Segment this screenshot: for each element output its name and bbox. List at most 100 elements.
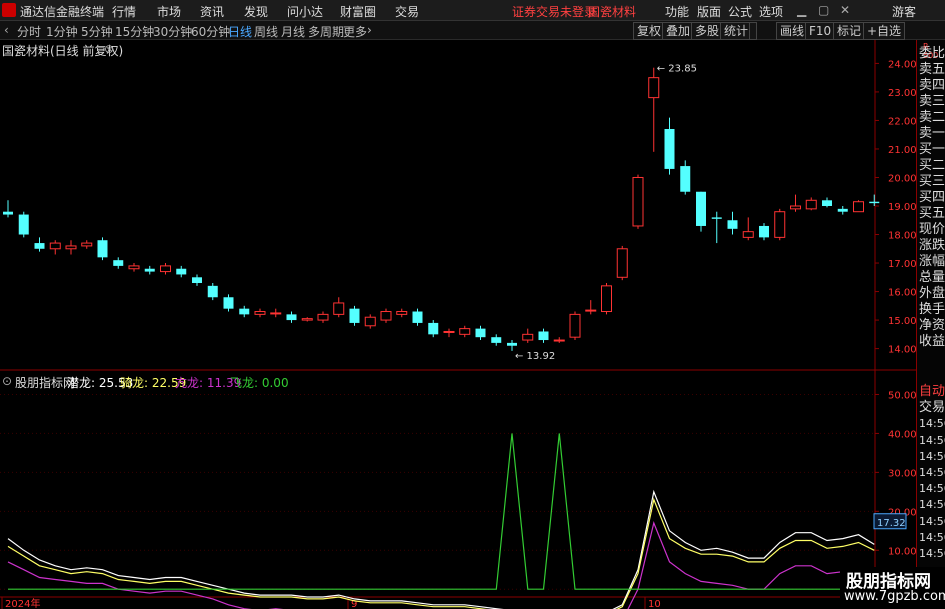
close-icon[interactable]: ✕ [840, 3, 850, 17]
candle-body [396, 311, 408, 315]
guest-label[interactable]: 游客 [892, 3, 916, 20]
quote-panel-item: 交易 [919, 400, 945, 416]
period-intraday[interactable]: 分时 [17, 23, 41, 40]
multi-stock-button[interactable]: 多股 [691, 22, 724, 40]
adjust-button[interactable]: 复权 [633, 22, 666, 40]
candle-body [286, 314, 297, 321]
minimize-icon[interactable]: ▁ [797, 3, 806, 17]
mark-button[interactable]: 标记 [833, 22, 866, 40]
candle-body [412, 311, 423, 323]
period-multi[interactable]: 多周期 [308, 23, 344, 40]
period-5min[interactable]: 5分钟 [81, 23, 113, 40]
menu-ask[interactable]: 问小达 [287, 3, 323, 20]
indicator-series [7, 433, 875, 609]
period-30min[interactable]: 30分钟 [153, 23, 192, 40]
menu-quotes[interactable]: 行情 [112, 3, 136, 20]
menu-wealth[interactable]: 财富圈 [340, 3, 376, 20]
candle-body [648, 77, 660, 99]
app-logo-icon [2, 3, 16, 17]
quote-panel-item: 总量 [919, 270, 945, 285]
period-daily[interactable]: 日线 [228, 23, 252, 40]
xaxis-label: 10 [648, 599, 661, 609]
candle-body [333, 302, 345, 315]
watermark: 股朋指标网 www.7gpzb.com [840, 567, 945, 609]
menu-trade[interactable]: 交易 [395, 3, 419, 20]
candlestick-series: ← 23.85 ← 13.92 [3, 64, 880, 362]
current-value-label: 17.32 [877, 518, 906, 529]
period-1min[interactable]: 1分钟 [46, 23, 78, 40]
indicator-toggle-icon[interactable]: ⊙ [2, 374, 12, 388]
maximize-icon[interactable]: ▢ [818, 3, 829, 17]
watermark-url: www.7gpzb.com [844, 589, 945, 604]
f10-button[interactable]: F10 [805, 22, 836, 40]
login-status[interactable]: 证券交易未登录 [512, 3, 596, 20]
candle-body [569, 313, 581, 338]
more-arrow-icon[interactable]: › [367, 23, 372, 37]
menu-layout[interactable]: 版面 [697, 3, 721, 20]
candle-body [790, 205, 801, 210]
quote-panel-item: 外盘 [919, 286, 945, 301]
scroll-left-icon[interactable]: ‹ [4, 23, 9, 37]
indicator-tick-label: 50.00 [888, 390, 916, 401]
period-more[interactable]: 更多 [343, 23, 367, 40]
period-15min[interactable]: 15分钟 [115, 23, 154, 40]
menu-formula[interactable]: 公式 [728, 3, 752, 20]
menu-function[interactable]: 功能 [665, 3, 689, 20]
quote-panel-item: 买三 [919, 174, 945, 189]
quote-panel-item: 买二 [919, 158, 945, 173]
price-tick-label: 20.00 [888, 173, 916, 184]
quote-panel-item: 14:56 [919, 466, 945, 479]
draw-button[interactable]: 画线 [776, 22, 809, 40]
period-weekly[interactable]: 周线 [254, 23, 278, 40]
candle-body [507, 342, 517, 346]
candle-body [632, 176, 644, 227]
menu-news[interactable]: 资讯 [200, 3, 224, 20]
candle-body [301, 318, 313, 321]
candle-body [664, 129, 675, 169]
indicator-tick-label: 30.00 [888, 468, 916, 479]
quote-panel-item: 收益 [919, 334, 945, 349]
candle-body [538, 331, 549, 341]
candle-body [601, 285, 612, 313]
period-monthly[interactable]: 月线 [281, 23, 305, 40]
quote-panel-item: 卖四 [919, 78, 945, 93]
overlay-button[interactable]: 叠加 [662, 22, 695, 40]
quote-panel: R 500 委比 卖五 卖四 卖三 卖二 卖一 买一 买二 买三 买四 买五 现价 涨跌 涨幅 总量 外盘 换手… [916, 40, 945, 609]
xaxis-label: 2024年 [5, 597, 40, 609]
indicator-tick-label: 10.00 [888, 546, 916, 557]
candle-body [805, 199, 817, 210]
period-60min[interactable]: 60分钟 [191, 23, 230, 40]
stats-button[interactable]: 统计 [720, 22, 753, 40]
candle-body [223, 297, 234, 309]
candle-body [869, 201, 880, 204]
stock-name: 国瓷材料 [588, 5, 637, 19]
candle-body [491, 337, 502, 343]
chart-area[interactable]: 24.00 23.00 22.00 21.00 20.00 19.00 18.00 17.00… [0, 40, 916, 609]
add-watchlist-button[interactable]: +自选 [863, 22, 906, 40]
menu-options[interactable]: 选项 [759, 3, 783, 20]
menu-market[interactable]: 市场 [157, 3, 181, 20]
candle-body [176, 268, 187, 275]
candle-body [853, 201, 864, 213]
candle-body [774, 211, 786, 238]
price-tick-label: 18.00 [888, 231, 916, 242]
menu-discover[interactable]: 发现 [244, 3, 268, 20]
candle-body [742, 231, 754, 238]
candle-body [522, 333, 534, 341]
quote-panel-item: 涨跌 [919, 238, 945, 253]
quote-panel-item: 卖一 [919, 126, 945, 141]
candle-body [616, 248, 628, 278]
chevron-down-icon[interactable]: ⊙ [104, 42, 114, 56]
candle-body [254, 311, 266, 315]
indicator-name: 股朋指标网 [15, 376, 76, 390]
candle-body [475, 328, 486, 338]
candle-body [34, 243, 45, 249]
quote-panel-item: 14:56 [919, 547, 945, 560]
price-tick-label: 17.00 [888, 259, 916, 270]
quote-panel-item: 卖五 [919, 62, 945, 77]
app-name: 通达信金融终端 [20, 5, 105, 19]
quote-panel-item: 买五 [919, 206, 945, 221]
legend-feilong: 飞龙: 0.00 [230, 376, 289, 390]
quote-panel-item: 14:56 [919, 482, 945, 496]
candle-body [364, 316, 376, 327]
